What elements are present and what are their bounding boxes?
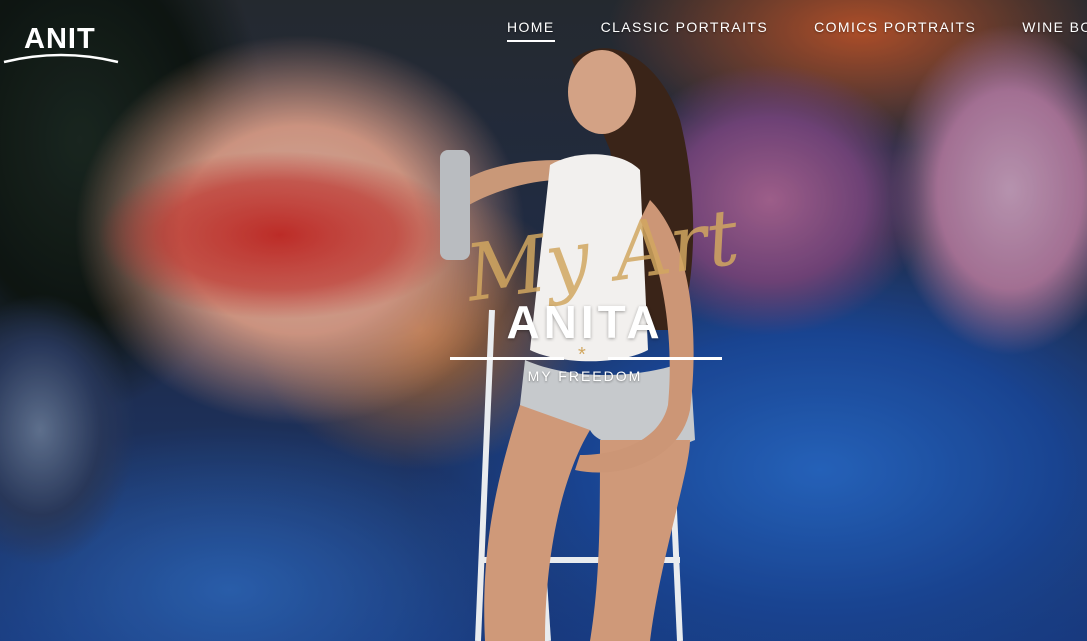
logo-text: ANIT	[24, 23, 96, 55]
hero-title: ANITA	[506, 296, 664, 348]
nav-item-wine-boxes[interactable]: WINE BOXES	[1022, 18, 1087, 42]
nav-item-classic-portraits[interactable]: CLASSIC PORTRAITS	[601, 18, 768, 42]
title-ornament-icon: *	[578, 344, 586, 366]
main-nav: HOME CLASSIC PORTRAITS COMICS PORTRAITS …	[507, 18, 1087, 42]
site-logo[interactable]: ANIT	[2, 22, 120, 64]
nav-item-comics-portraits[interactable]: COMICS PORTRAITS	[814, 18, 976, 42]
title-divider-right	[608, 357, 722, 360]
head	[568, 50, 636, 134]
hero-subtitle: MY FREEDOM	[527, 368, 643, 384]
nav-item-home[interactable]: HOME	[507, 18, 555, 42]
logo-arc-icon	[3, 53, 119, 64]
title-divider-left	[450, 357, 564, 360]
